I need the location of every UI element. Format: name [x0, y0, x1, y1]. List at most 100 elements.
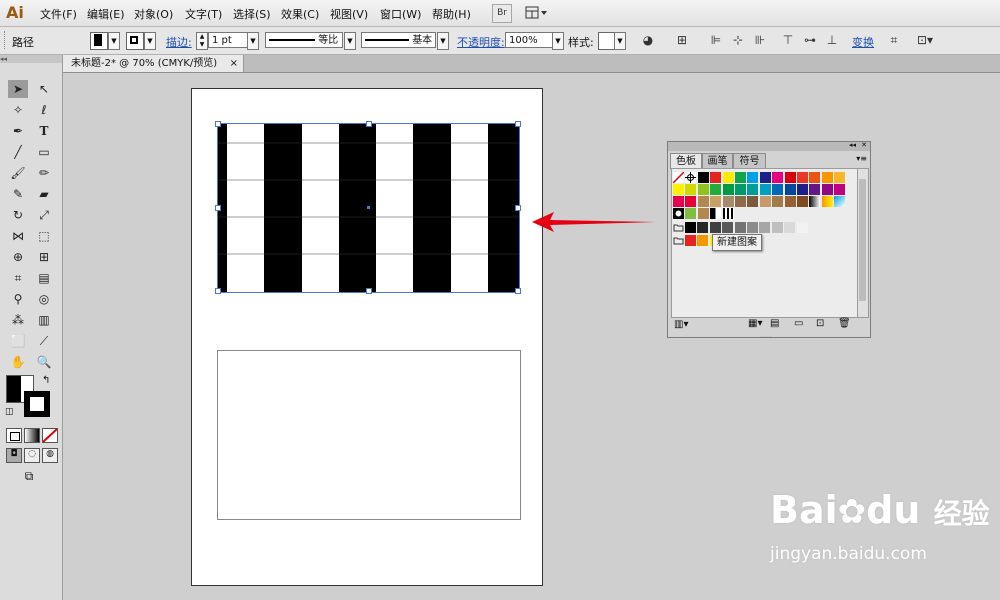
- swap-fill-stroke-icon[interactable]: ↰: [42, 375, 50, 386]
- direct-selection-tool-icon[interactable]: ↖: [34, 80, 54, 98]
- blob-brush-tool-icon[interactable]: ✎: [8, 185, 28, 203]
- screen-mode-icon[interactable]: ⧉: [20, 469, 38, 483]
- panel-scrollbar[interactable]: [857, 168, 869, 318]
- registration-swatch[interactable]: [685, 172, 697, 183]
- rectangle-tool-icon[interactable]: ▭: [34, 143, 54, 161]
- align-bottom-icon[interactable]: ⊥: [824, 32, 840, 48]
- isolate-group-icon[interactable]: ⌗: [886, 32, 902, 48]
- menu-effect[interactable]: 效果(C): [281, 6, 319, 22]
- empty-rectangle[interactable]: [217, 350, 521, 520]
- gray-swatch[interactable]: [709, 222, 721, 233]
- tab-symbols[interactable]: 符号: [733, 153, 766, 169]
- arrange-documents-icon[interactable]: [524, 4, 548, 21]
- none-mode-icon[interactable]: [42, 428, 58, 443]
- fill-swatch[interactable]: [90, 32, 108, 50]
- gray-swatch[interactable]: [759, 222, 771, 233]
- color-group-folder-icon[interactable]: [673, 235, 684, 246]
- pencil-tool-icon[interactable]: ✏: [34, 164, 54, 182]
- bright-swatch[interactable]: [697, 235, 709, 246]
- shape-builder-tool-icon[interactable]: ⊕: [8, 248, 28, 266]
- color-swatch[interactable]: [759, 196, 771, 207]
- menu-type[interactable]: 文字(T): [185, 6, 222, 22]
- pattern-swatch[interactable]: [710, 208, 722, 219]
- color-swatch[interactable]: [685, 184, 697, 195]
- new-color-group-icon[interactable]: ▭: [794, 318, 803, 329]
- pen-tool-icon[interactable]: ✒: [8, 122, 28, 140]
- color-mode-icon[interactable]: [6, 428, 22, 443]
- align-right-icon[interactable]: ⊪: [752, 32, 768, 48]
- draw-inside-icon[interactable]: ◍: [42, 448, 58, 463]
- line-tool-icon[interactable]: ╱: [8, 143, 28, 161]
- gray-swatch[interactable]: [747, 222, 758, 233]
- new-swatch-icon[interactable]: ⊡: [816, 318, 824, 329]
- tools-collapse-icon[interactable]: ◂◂: [0, 55, 62, 63]
- color-swatch[interactable]: [747, 184, 759, 195]
- align-center-icon[interactable]: ⊹: [730, 32, 746, 48]
- opacity-field[interactable]: 100%: [505, 32, 553, 48]
- color-swatch[interactable]: [710, 196, 722, 207]
- color-swatch[interactable]: [797, 184, 808, 195]
- panel-title-bar[interactable]: ◂◂ ✕: [668, 141, 870, 151]
- align-to-icon[interactable]: ⊞: [674, 32, 690, 48]
- show-swatch-kinds-icon[interactable]: ▦▾: [748, 318, 762, 329]
- align-middle-icon[interactable]: ⊶: [802, 32, 818, 48]
- pattern-swatch[interactable]: [722, 208, 734, 219]
- default-colors-icon[interactable]: ◫: [5, 407, 14, 417]
- zoom-tool-icon[interactable]: 🔍: [34, 353, 54, 371]
- type-tool-icon[interactable]: T: [34, 122, 54, 140]
- color-swatch[interactable]: [772, 184, 784, 195]
- variable-width-profile[interactable]: 等比: [265, 32, 343, 48]
- draw-behind-icon[interactable]: ◌: [24, 448, 40, 463]
- color-swatch[interactable]: [821, 172, 833, 183]
- menu-object[interactable]: 对象(O): [134, 6, 173, 22]
- align-top-icon[interactable]: ⊤: [780, 32, 796, 48]
- opacity-link[interactable]: 不透明度:: [457, 34, 505, 50]
- stroke-weight-dropdown-icon[interactable]: ▼: [247, 32, 259, 50]
- menu-help[interactable]: 帮助(H): [432, 6, 471, 22]
- color-group-folder-icon[interactable]: [673, 222, 684, 233]
- resize-handle[interactable]: [366, 121, 372, 127]
- panel-close-icon[interactable]: ✕: [861, 141, 867, 149]
- bright-swatch[interactable]: [685, 235, 696, 246]
- pattern-swatch[interactable]: [697, 208, 709, 219]
- graphic-style-swatch[interactable]: [598, 32, 615, 50]
- color-swatch[interactable]: [685, 196, 697, 207]
- resize-handle[interactable]: [215, 205, 221, 211]
- color-swatch[interactable]: [697, 196, 709, 207]
- color-swatch[interactable]: [710, 172, 722, 183]
- transform-link[interactable]: 变换: [852, 34, 874, 50]
- panel-menu-icon[interactable]: ⊡▾: [912, 32, 938, 48]
- blend-tool-icon[interactable]: ◎: [34, 290, 54, 308]
- color-swatch[interactable]: [809, 172, 821, 183]
- color-swatch[interactable]: [710, 184, 722, 195]
- gray-swatch[interactable]: [784, 222, 796, 233]
- color-swatch[interactable]: [697, 184, 709, 195]
- scale-tool-icon[interactable]: ⤢: [34, 206, 54, 224]
- color-swatch[interactable]: [722, 184, 734, 195]
- tab-brushes[interactable]: 画笔: [702, 153, 733, 169]
- menu-select[interactable]: 选择(S): [233, 6, 271, 22]
- gradient-swatch[interactable]: [821, 196, 833, 207]
- stroke-color-icon[interactable]: [24, 391, 50, 417]
- gray-swatch[interactable]: [722, 222, 734, 233]
- color-swatch[interactable]: [834, 172, 846, 183]
- fill-dropdown-icon[interactable]: ▼: [108, 32, 120, 50]
- panel-collapse-icon[interactable]: ◂◂: [849, 141, 856, 149]
- paintbrush-tool-icon[interactable]: 🖌: [8, 164, 28, 182]
- color-swatch[interactable]: [809, 184, 821, 195]
- color-swatch[interactable]: [759, 172, 771, 183]
- panel-options-icon[interactable]: ▾≡: [856, 154, 867, 163]
- menu-file[interactable]: 文件(F): [40, 6, 77, 22]
- slice-tool-icon[interactable]: ⟋: [34, 332, 54, 350]
- perspective-grid-tool-icon[interactable]: ⊞: [34, 248, 54, 266]
- color-swatch[interactable]: [735, 172, 746, 183]
- color-swatch[interactable]: [834, 184, 846, 195]
- resize-handle[interactable]: [215, 288, 221, 294]
- color-swatch[interactable]: [697, 172, 709, 183]
- width-tool-icon[interactable]: ⋈: [8, 227, 28, 245]
- gray-swatch[interactable]: [697, 222, 709, 233]
- gradient-swatch[interactable]: [834, 196, 846, 207]
- color-swatch[interactable]: [784, 196, 796, 207]
- document-tab-close-icon[interactable]: ×: [230, 55, 238, 72]
- resize-handle[interactable]: [215, 121, 221, 127]
